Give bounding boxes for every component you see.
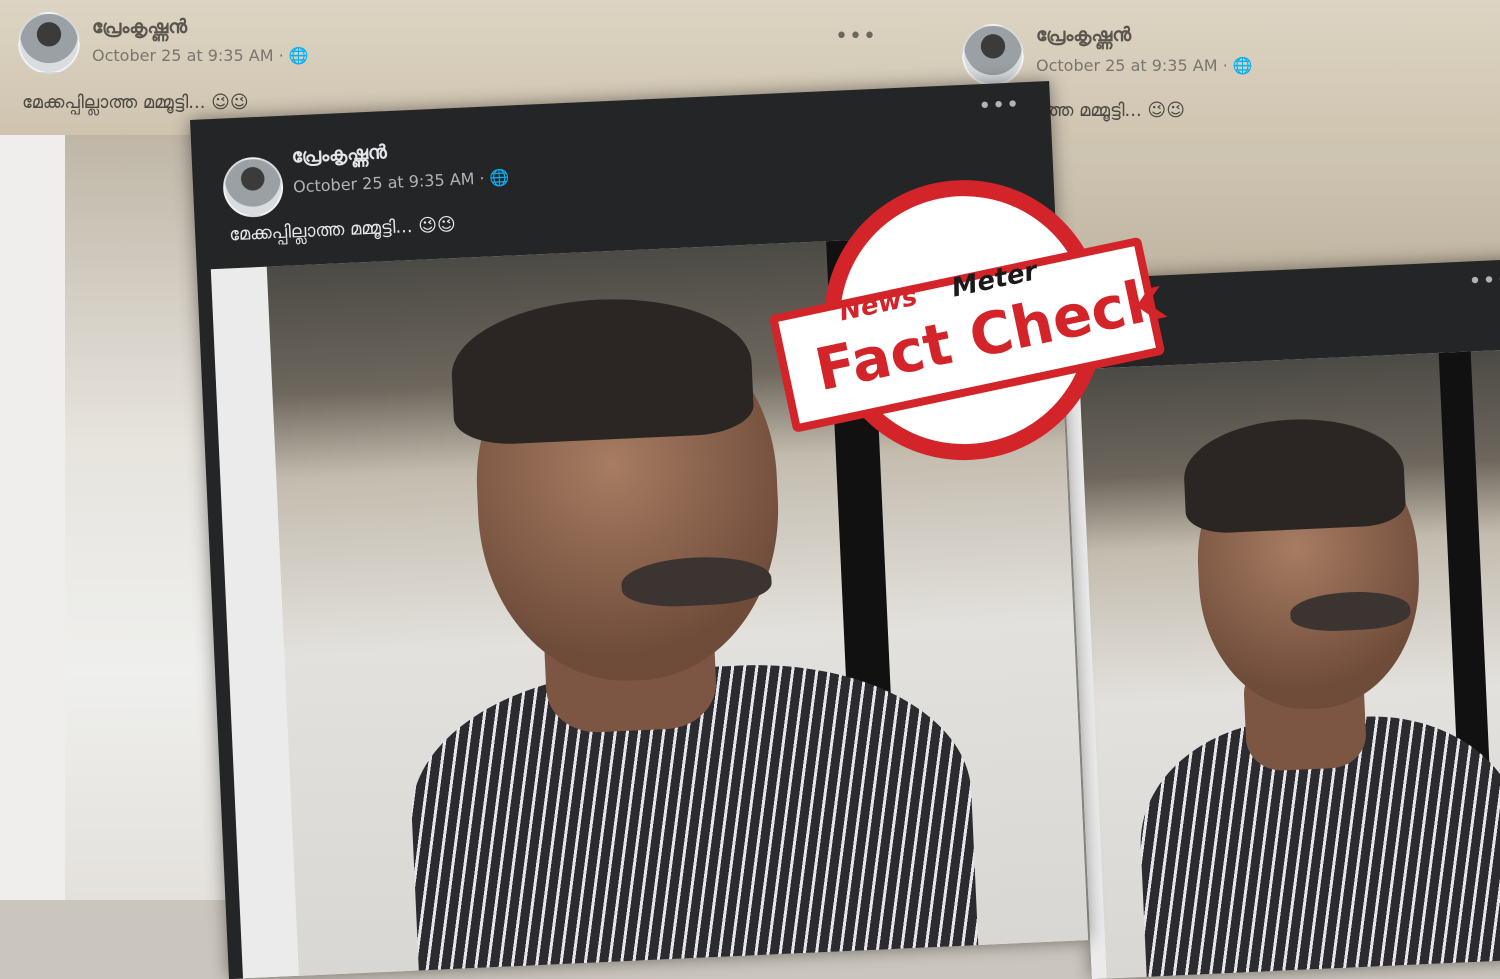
author-name[interactable]: പ്രേംകൃഷ്ണൻ [291, 141, 387, 167]
post-caption: മേക്കപ്പില്ലാത്ത മമ്മൂട്ടി... 😉😉 [22, 92, 249, 113]
timestamp[interactable]: October 25 at 9:35 AM · 🌐 [1036, 56, 1253, 75]
avatar[interactable] [962, 24, 1024, 86]
hair [448, 292, 755, 447]
more-options-icon[interactable]: ••• [1468, 268, 1500, 295]
more-options-icon[interactable]: ••• [835, 24, 877, 49]
avatar[interactable] [221, 155, 285, 219]
post-caption: മേക്കപ്പില്ലാത്ത മമ്മൂട്ടി... 😉😉 [228, 214, 457, 246]
timestamp[interactable]: October 25 at 9:35 AM · 🌐 [293, 168, 510, 197]
author-name[interactable]: പ്രേംകൃഷ്ണൻ [1036, 24, 1131, 46]
author-name[interactable]: പ്രേംകൃഷ്ണൻ [92, 16, 187, 38]
post-image[interactable] [1064, 346, 1500, 979]
image-gutter [0, 135, 65, 900]
photo-scene [1079, 347, 1500, 979]
more-options-icon[interactable]: ••• [978, 92, 1021, 119]
hair [1181, 414, 1407, 535]
avatar[interactable] [18, 12, 80, 74]
timestamp[interactable]: October 25 at 9:35 AM · 🌐 [92, 46, 309, 65]
